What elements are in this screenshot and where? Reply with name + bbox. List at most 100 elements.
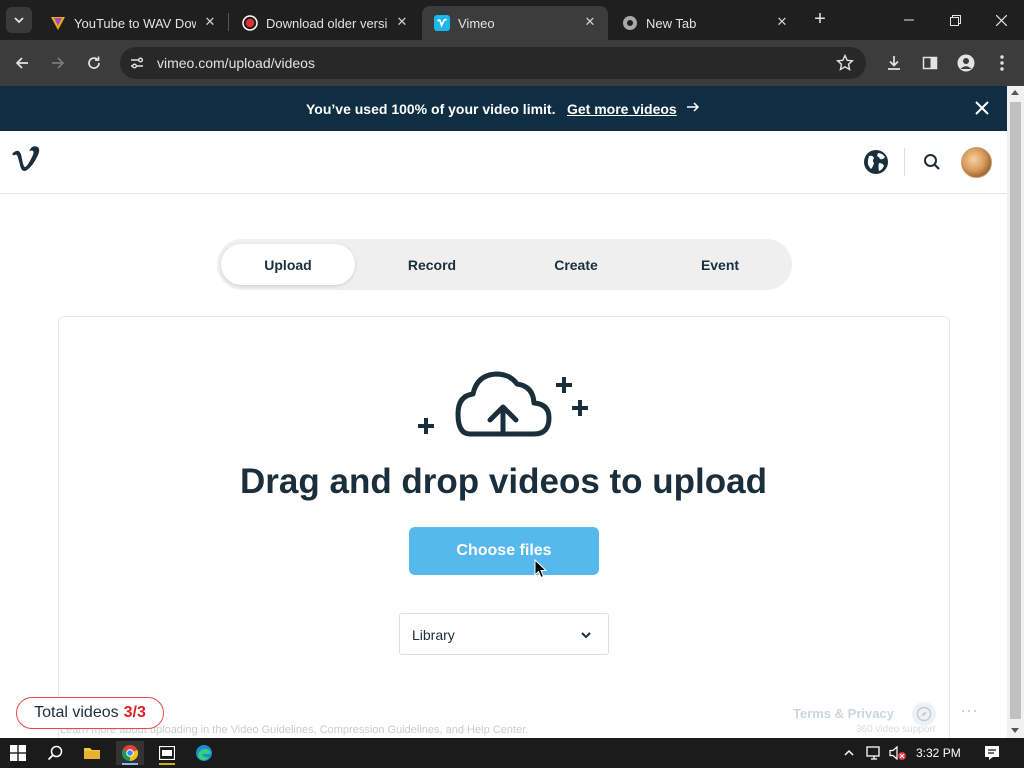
more-options-button[interactable]: ···: [956, 701, 982, 726]
tab-search-button[interactable]: [6, 7, 32, 33]
chrome-taskbar-button[interactable]: [116, 741, 144, 765]
profile-icon: [957, 54, 975, 72]
vimeo-logo-icon[interactable]: [10, 145, 42, 178]
edge-button[interactable]: [190, 741, 218, 765]
terms-privacy-link[interactable]: Terms & Privacy: [793, 706, 894, 721]
drag-drop-title: Drag and drop videos to upload: [240, 462, 767, 501]
arrow-right-icon[interactable]: [686, 100, 700, 117]
active-app-indicator: [122, 763, 138, 765]
scrollbar-thumb[interactable]: [1010, 102, 1021, 719]
notification-icon: [985, 746, 999, 760]
youtube-wav-favicon-icon: [50, 15, 66, 31]
tab-close-icon[interactable]: ✕: [582, 14, 598, 30]
tab-title: YouTube to WAV Down: [74, 15, 196, 31]
chevron-down-icon: [580, 628, 592, 646]
close-icon: [995, 14, 1007, 26]
total-videos-label: Total videos: [34, 704, 119, 721]
scroll-up-icon[interactable]: [1011, 90, 1019, 95]
vimeo-favicon-icon: [434, 15, 450, 31]
vimeo-header: [0, 131, 1007, 194]
arrow-right-icon: [52, 57, 65, 69]
start-button[interactable]: [4, 741, 32, 765]
close-window-button[interactable]: [978, 0, 1024, 40]
folder-icon: [84, 748, 100, 759]
minimize-button[interactable]: [886, 0, 932, 40]
side-panel-button[interactable]: [918, 51, 942, 75]
download-icon: [888, 56, 900, 70]
minimize-icon: [904, 19, 914, 21]
notifications-button[interactable]: [978, 741, 1006, 765]
tab-separator: [228, 13, 229, 31]
get-more-videos-link[interactable]: Get more videos: [567, 101, 677, 117]
tab-record[interactable]: Record: [365, 244, 499, 285]
cloud-upload-icon: [410, 370, 600, 447]
taskbar-search-button[interactable]: [41, 741, 69, 765]
folder-select-value: Library: [412, 627, 455, 643]
user-avatar[interactable]: [961, 147, 992, 178]
more-vert-icon: [1000, 55, 1004, 71]
video-limit-banner: You’ve used 100% of your video limit. Ge…: [0, 86, 1007, 131]
record-favicon-icon: [242, 15, 258, 31]
profile-button[interactable]: [954, 51, 978, 75]
tab-title: Download older versio: [266, 15, 388, 31]
browser-tab-strip: YouTube to WAV Down ✕ Download older ver…: [0, 0, 1024, 40]
tab-close-icon[interactable]: ✕: [202, 14, 218, 30]
chrome-icon: [121, 745, 139, 762]
show-hidden-icons-button[interactable]: [838, 741, 860, 765]
new-tab-button[interactable]: +: [808, 8, 832, 32]
search-icon: [47, 745, 63, 761]
tab-event[interactable]: Event: [653, 244, 787, 285]
page-scrollbar[interactable]: [1007, 86, 1024, 738]
banner-close-icon[interactable]: [972, 98, 992, 121]
chrome-menu-button[interactable]: [990, 51, 1014, 75]
chevron-down-icon: [14, 17, 24, 24]
browser-tab-new-tab[interactable]: New Tab ✕: [610, 6, 800, 40]
help-button[interactable]: [912, 702, 936, 726]
side-panel-icon: [922, 56, 938, 70]
network-icon: [866, 746, 880, 760]
search-icon[interactable]: [923, 153, 941, 176]
file-explorer-button[interactable]: [78, 741, 106, 765]
site-info-icon[interactable]: [129, 55, 145, 76]
scroll-down-icon[interactable]: [1011, 728, 1019, 733]
banner-message: You’ve used 100% of your video limit.: [306, 101, 556, 117]
globe-icon[interactable]: [862, 148, 890, 181]
browser-tab-download-older[interactable]: Download older versio ✕: [230, 6, 420, 40]
mouse-pointer-icon: [534, 558, 548, 584]
tab-close-icon[interactable]: ✕: [774, 14, 790, 30]
browser-tab-youtube-wav[interactable]: YouTube to WAV Down ✕: [38, 6, 228, 40]
tab-title: Vimeo: [458, 15, 495, 31]
url-text: vimeo.com/upload/videos: [157, 55, 315, 71]
browser-toolbar: vimeo.com/upload/videos: [0, 40, 1024, 86]
address-bar[interactable]: vimeo.com/upload/videos: [120, 47, 866, 79]
reload-button[interactable]: [82, 51, 106, 75]
restore-icon: [949, 14, 961, 26]
upload-mode-selector: Upload Record Create Event: [217, 239, 792, 290]
restore-button[interactable]: [932, 0, 978, 40]
media-app-button[interactable]: [153, 741, 181, 765]
network-button[interactable]: [862, 741, 886, 765]
tab-create[interactable]: Create: [509, 244, 643, 285]
total-videos-counter[interactable]: Total videos 3/3: [16, 697, 164, 729]
arrow-left-icon: [15, 57, 28, 69]
downloads-button[interactable]: [882, 51, 906, 75]
forward-button[interactable]: [46, 51, 70, 75]
choose-files-button[interactable]: Choose files: [409, 527, 599, 575]
windows-taskbar: 3:32 PM: [0, 738, 1024, 768]
volume-muted-icon: [889, 745, 906, 761]
total-videos-count: 3/3: [123, 704, 146, 721]
volume-button[interactable]: [886, 741, 910, 765]
back-button[interactable]: [10, 51, 34, 75]
tab-upload[interactable]: Upload: [221, 244, 355, 285]
browser-tab-vimeo[interactable]: Vimeo ✕: [422, 6, 608, 40]
tab-title: New Tab: [646, 15, 697, 31]
reload-icon: [88, 56, 100, 69]
edge-icon: [196, 745, 212, 761]
taskbar-clock[interactable]: 3:32 PM: [916, 746, 961, 760]
folder-select[interactable]: Library: [399, 613, 609, 655]
tab-close-icon[interactable]: ✕: [394, 14, 410, 30]
compass-icon: [916, 706, 932, 722]
chevron-up-icon: [844, 749, 854, 756]
windows-logo-icon: [10, 745, 26, 761]
bookmark-star-icon[interactable]: [835, 53, 855, 77]
